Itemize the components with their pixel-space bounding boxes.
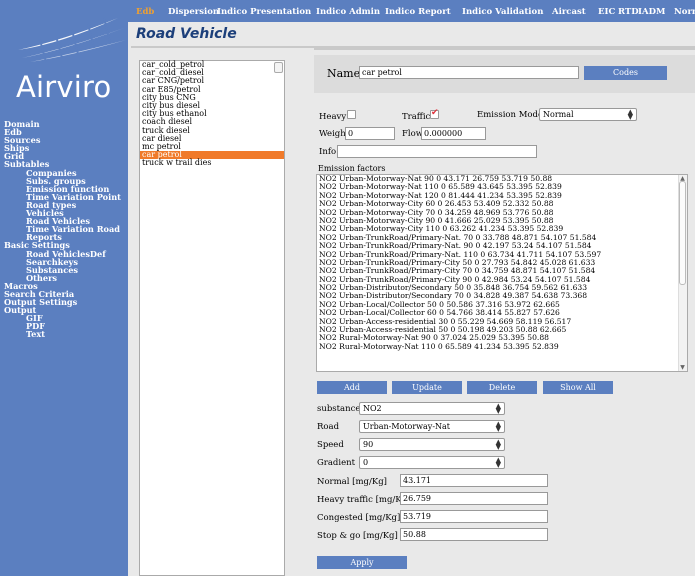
select-arrows-icon: ▲ ▼	[627, 108, 633, 121]
congested-label: Congested [mg/Kg]	[317, 513, 401, 523]
menu-item[interactable]: Dispersion	[168, 8, 219, 17]
ef-scrollbar[interactable]: ▲ ▼	[678, 175, 687, 371]
scroll-down-icon[interactable]: ▼	[679, 364, 686, 371]
apply-button[interactable]: Apply	[317, 556, 407, 569]
info-input[interactable]	[337, 145, 537, 158]
sidebar-item[interactable]: Time Variation Road	[0, 225, 128, 233]
gradient-select[interactable]: 0 ▲ ▼	[359, 456, 505, 469]
vehicle-list-item[interactable]: truck w trail dies	[140, 159, 284, 167]
sidebar-item[interactable]: PDF	[0, 322, 128, 330]
substance-value: NO2	[363, 404, 382, 413]
select-arrows-icon: ▲ ▼	[495, 438, 501, 451]
vehicle-list-scroll-up[interactable]	[274, 62, 283, 73]
show-all-button[interactable]: Show All	[543, 381, 613, 394]
menu-item[interactable]: Edb	[136, 8, 154, 17]
sidebar: Airviro Domain Edb Sources Ships Grid Subtabl…	[0, 0, 128, 576]
gradient-value: 0	[363, 458, 369, 467]
sidebar-nav: Domain Edb Sources Ships Grid Subtables Compan…	[0, 120, 128, 339]
menu-item[interactable]: EIC	[598, 8, 615, 17]
weight-input[interactable]: 0	[345, 127, 395, 140]
flow-label: Flow	[402, 129, 424, 139]
road-select[interactable]: Urban-Motorway-Nat ▲ ▼	[359, 420, 505, 433]
sidebar-item[interactable]: Substances	[0, 266, 128, 274]
sidebar-item[interactable]: Output	[0, 306, 128, 314]
menu-item[interactable]: Indico Validation	[462, 8, 543, 17]
substance-label: substance	[317, 404, 361, 414]
select-arrows-icon: ▲ ▼	[495, 402, 501, 415]
name-label: Name	[327, 67, 361, 80]
menu-item[interactable]: IADM	[638, 8, 665, 17]
heavy-checkbox[interactable]	[347, 110, 356, 119]
stop-go-label: Stop & go [mg/Kg]	[317, 531, 398, 541]
substance-select[interactable]: NO2 ▲ ▼	[359, 402, 505, 415]
top-menu-bar: Edb Dispersion Indico Presentation Indico A…	[128, 0, 695, 22]
normal-input[interactable]: 43.171	[400, 474, 548, 487]
select-arrows-icon: ▲ ▼	[495, 420, 501, 433]
speed-label: Speed	[317, 440, 344, 450]
emission-model-label: Emission Model	[477, 110, 546, 120]
traffic-checkbox[interactable]	[430, 108, 439, 119]
menu-item[interactable]: Indico Presentation	[217, 8, 311, 17]
vehicle-list-items: car_cold_petrol car_cold_diesel car CNG/pe…	[140, 60, 284, 167]
add-button[interactable]: Add	[317, 381, 387, 394]
emission-factor-rows: NO2 Urban-Motorway-Nat 90 0 43.171 26.75…	[317, 175, 687, 351]
panel-divider	[314, 48, 695, 50]
congested-input[interactable]: 53.719	[400, 510, 548, 523]
sidebar-item[interactable]: Road types	[0, 201, 128, 209]
heavy-traffic-label: Heavy traffic [mg/Kg]	[317, 495, 411, 505]
info-label: Info	[319, 147, 337, 157]
normal-label: Normal [mg/Kg]	[317, 477, 387, 487]
menu-item[interactable]: Aircast	[552, 8, 586, 17]
heavy-traffic-input[interactable]: 26.759	[400, 492, 548, 505]
menu-item[interactable]: Indico Report	[385, 8, 451, 17]
delete-button[interactable]: Delete	[467, 381, 537, 394]
emission-factors-list[interactable]: NO2 Urban-Motorway-Nat 90 0 43.171 26.75…	[316, 174, 688, 372]
emission-model-value: Normal	[543, 110, 574, 119]
page-title: Road Vehicle	[136, 26, 237, 42]
flow-input[interactable]: 0.000000	[421, 127, 486, 140]
logo-text: Airviro	[16, 70, 112, 104]
stop-go-input[interactable]: 50.88	[400, 528, 548, 541]
road-label: Road	[317, 422, 340, 432]
heavy-label: Heavy	[319, 112, 347, 122]
menu-item[interactable]: RTD	[618, 8, 639, 17]
emission-factors-label: Emission factors	[318, 164, 386, 173]
name-input[interactable]: car petrol	[359, 66, 579, 79]
speed-select[interactable]: 90 ▲ ▼	[359, 438, 505, 451]
speed-value: 90	[363, 440, 374, 449]
sidebar-item[interactable]: GIF	[0, 314, 128, 322]
ef-scrollbar-thumb[interactable]	[679, 181, 686, 285]
traffic-label: Traffic	[402, 112, 431, 122]
gradient-label: Gradient	[317, 458, 356, 468]
emission-factor-row[interactable]: NO2 Rural-Motorway-Nat 110 0 65.589 41.2…	[317, 342, 687, 351]
road-value: Urban-Motorway-Nat	[363, 422, 450, 431]
codes-button[interactable]: Codes	[584, 66, 667, 80]
emission-model-select[interactable]: Normal ▲ ▼	[539, 108, 637, 121]
menu-item[interactable]: Normet	[674, 8, 695, 17]
vehicle-list[interactable]: car_cold_petrol car_cold_diesel car CNG/pe…	[139, 60, 285, 576]
sidebar-item[interactable]: Text	[0, 330, 128, 338]
menu-item[interactable]: Indico Admin	[316, 8, 380, 17]
update-button[interactable]: Update	[392, 381, 462, 394]
select-arrows-icon: ▲ ▼	[495, 456, 501, 469]
